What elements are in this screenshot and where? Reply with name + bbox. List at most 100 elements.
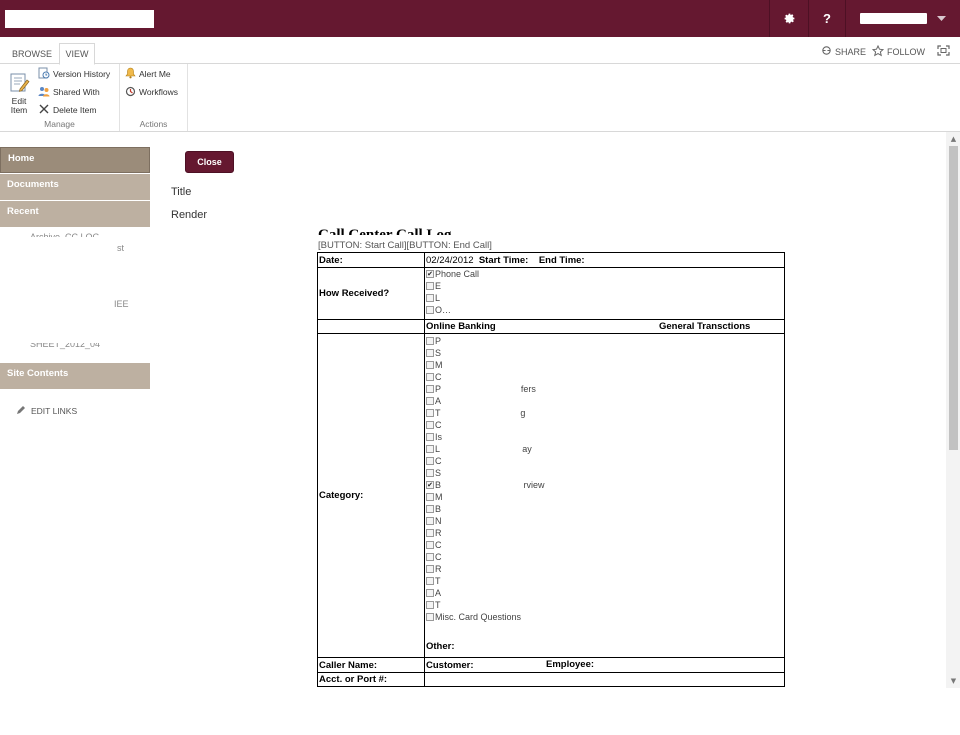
category-option: M	[426, 359, 783, 371]
shared-with-button[interactable]: Shared With	[38, 85, 100, 99]
ribbon: Edit Item Version History Shared With De…	[0, 64, 960, 132]
category-checkbox[interactable]	[426, 553, 434, 561]
category-option: C	[426, 539, 783, 551]
received-checkbox[interactable]	[426, 282, 434, 290]
share-button[interactable]: SHARE	[821, 45, 866, 58]
delete-icon	[38, 103, 50, 117]
category-checkbox[interactable]: ✔	[426, 481, 434, 489]
help-button[interactable]: ?	[808, 0, 845, 37]
received-option-label: O…	[435, 305, 452, 315]
table-row: Caller Name: Customer: Employee:	[317, 657, 785, 673]
category-option: R	[426, 527, 783, 539]
call-log-table: Date: 02/24/2012 Start Time: End Time: H…	[317, 252, 785, 687]
close-button[interactable]: Close	[185, 151, 234, 173]
recent-item-1[interactable]: Archive_CC LOG	[30, 231, 100, 237]
category-option: A	[426, 587, 783, 599]
workflows-button[interactable]: Workflows	[125, 85, 178, 99]
received-option: L	[426, 292, 783, 304]
user-menu-button[interactable]	[845, 0, 960, 37]
category-checkbox[interactable]	[426, 349, 434, 357]
category-checkbox[interactable]	[426, 577, 434, 585]
focus-on-content-button[interactable]	[937, 45, 950, 58]
category-checkbox[interactable]	[426, 421, 434, 429]
customer-label: Customer:	[426, 659, 474, 671]
category-checkbox[interactable]	[426, 337, 434, 345]
table-row: How Received? ✔ Phone Call E L O…	[317, 267, 785, 320]
category-option-label: S	[435, 468, 442, 478]
category-checkbox[interactable]	[426, 373, 434, 381]
category-checkbox[interactable]	[426, 409, 434, 417]
vertical-scrollbar[interactable]: ▲ ▼	[946, 132, 960, 688]
category-checkbox[interactable]	[426, 469, 434, 477]
recent-item-4[interactable]: SHEET_2012_04	[30, 343, 100, 350]
category-checkbox[interactable]	[426, 613, 434, 621]
received-checkbox[interactable]	[426, 294, 434, 302]
document-title: Call Center Call Log	[318, 227, 452, 235]
category-checkbox[interactable]	[426, 385, 434, 393]
category-option: B	[426, 503, 783, 515]
recent-item-2[interactable]: st	[117, 243, 124, 253]
category-checkbox[interactable]	[426, 397, 434, 405]
settings-button[interactable]	[769, 0, 808, 37]
edit-links-label: EDIT LINKS	[31, 406, 78, 416]
category-checkbox[interactable]	[426, 493, 434, 501]
nav-documents[interactable]: Documents	[0, 174, 150, 200]
category-checkbox[interactable]	[426, 433, 434, 441]
suite-search-box[interactable]	[5, 10, 154, 28]
follow-button[interactable]: FOLLOW	[871, 44, 926, 59]
version-history-button[interactable]: Version History	[38, 67, 110, 81]
actions-group-label: Actions	[139, 119, 168, 129]
category-option-label: S	[435, 348, 442, 358]
received-option: E	[426, 280, 783, 292]
received-option: O…	[426, 304, 783, 316]
category-option: T	[426, 599, 783, 611]
category-checkbox[interactable]	[426, 505, 434, 513]
category-option-label: C	[435, 372, 442, 382]
delete-item-button[interactable]: Delete Item	[38, 103, 96, 117]
edit-links-button[interactable]: EDIT LINKS	[16, 405, 77, 417]
category-checkbox[interactable]	[426, 565, 434, 573]
category-option-label: P fers	[435, 384, 536, 394]
category-checkbox[interactable]	[426, 517, 434, 525]
gear-icon	[783, 12, 796, 25]
scroll-down-icon[interactable]: ▼	[949, 677, 958, 685]
workflows-icon	[125, 86, 136, 99]
category-option: A	[426, 395, 783, 407]
received-checkbox[interactable]	[426, 306, 434, 314]
category-checkbox[interactable]	[426, 601, 434, 609]
account-cell[interactable]	[424, 672, 785, 687]
category-checkbox[interactable]	[426, 529, 434, 537]
category-option: P fers	[426, 383, 783, 395]
how-received-label: How Received?	[317, 267, 425, 320]
recent-item-3[interactable]: IEE	[114, 299, 129, 309]
nav-home[interactable]: Home	[0, 147, 150, 173]
category-option-label: A	[435, 396, 442, 406]
online-banking-label: Online Banking	[426, 321, 496, 332]
category-option-label: A	[435, 588, 442, 598]
category-option: Misc. Card Questions	[426, 611, 783, 623]
chevron-down-icon	[937, 15, 946, 22]
tab-view[interactable]: VIEW	[59, 43, 95, 65]
follow-label: FOLLOW	[887, 47, 926, 57]
category-checkbox[interactable]	[426, 361, 434, 369]
category-option-label: Misc. Card Questions	[435, 612, 522, 622]
scroll-thumb[interactable]	[949, 146, 958, 450]
ribbon-group-actions: Alert Me Workflows Actions	[120, 64, 188, 131]
category-checkbox[interactable]	[426, 589, 434, 597]
nav-recent[interactable]: Recent	[0, 201, 150, 227]
tab-browse[interactable]: BROWSE	[6, 43, 58, 64]
scroll-up-icon[interactable]: ▲	[949, 135, 958, 143]
nav-site-contents[interactable]: Site Contents	[0, 363, 150, 389]
edit-item-button[interactable]: Edit Item	[4, 69, 34, 115]
alert-me-button[interactable]: Alert Me	[125, 67, 171, 81]
edit-item-icon	[8, 72, 30, 96]
category-checkbox[interactable]	[426, 541, 434, 549]
category-checkbox[interactable]	[426, 445, 434, 453]
category-checkbox[interactable]	[426, 457, 434, 465]
category-option-label: Is	[435, 432, 443, 442]
category-option: C	[426, 455, 783, 467]
date-value[interactable]: 02/24/2012	[426, 255, 474, 266]
caller-name-label: Caller Name:	[317, 657, 425, 673]
end-time-label: End Time:	[538, 254, 585, 266]
received-checkbox[interactable]: ✔	[426, 270, 434, 278]
